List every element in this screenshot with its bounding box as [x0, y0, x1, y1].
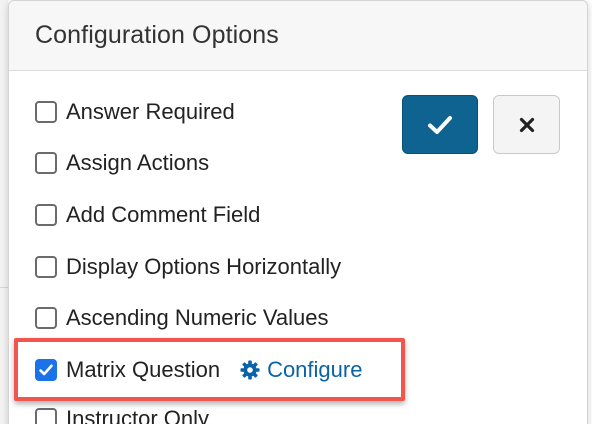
option-add-comment-field[interactable]: Add Comment Field — [35, 200, 260, 230]
option-label: Matrix Question — [66, 357, 221, 382]
instructor-only-checkbox[interactable] — [35, 408, 57, 424]
option-label: Add Comment Field — [66, 202, 261, 227]
page: Configuration Options Answer Required As… — [0, 0, 592, 424]
option-ascending-numeric-values[interactable]: Ascending Numeric Values — [35, 303, 329, 333]
configure-link[interactable]: Configure — [240, 357, 362, 383]
option-label: Instructor Only — [66, 406, 210, 424]
popover-header: Configuration Options — [9, 1, 587, 71]
assign-actions-checkbox[interactable] — [35, 152, 57, 174]
option-label: Ascending Numeric Values — [66, 305, 329, 330]
configuration-options-popover: Configuration Options Answer Required As… — [8, 0, 588, 424]
checkmark-icon — [39, 364, 53, 376]
option-assign-actions[interactable]: Assign Actions — [35, 148, 209, 178]
popover-title: Configuration Options — [35, 21, 279, 49]
answer-required-checkbox[interactable] — [35, 101, 57, 123]
option-label: Answer Required — [66, 99, 235, 124]
background-panel — [0, 0, 8, 424]
option-label: Display Options Horizontally — [66, 254, 342, 279]
add-comment-field-checkbox[interactable] — [35, 204, 57, 226]
option-answer-required[interactable]: Answer Required — [35, 97, 235, 127]
option-label: Assign Actions — [66, 150, 210, 175]
matrix-question-checkbox[interactable] — [35, 359, 57, 381]
display-options-horizontally-checkbox[interactable] — [35, 256, 57, 278]
configure-link-label: Configure — [267, 357, 363, 382]
option-matrix-question[interactable]: Matrix Question Configure — [35, 355, 362, 385]
checkmark-icon — [428, 115, 452, 134]
option-display-options-horizontally[interactable]: Display Options Horizontally — [35, 252, 341, 282]
close-icon — [519, 117, 534, 132]
gear-icon — [240, 360, 260, 380]
ascending-numeric-values-checkbox[interactable] — [35, 307, 57, 329]
confirm-button[interactable] — [402, 95, 478, 154]
background-divider — [0, 287, 8, 288]
cancel-button[interactable] — [493, 95, 560, 154]
option-instructor-only[interactable]: Instructor Only — [35, 404, 209, 424]
